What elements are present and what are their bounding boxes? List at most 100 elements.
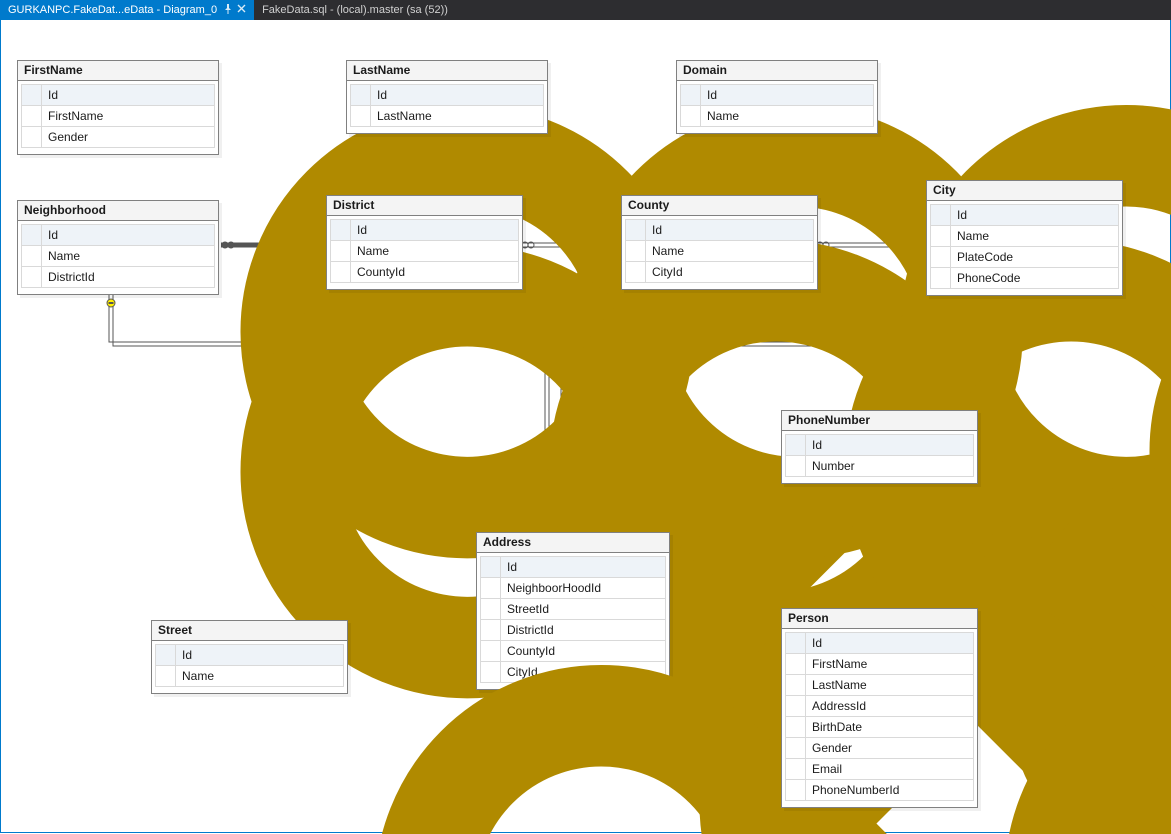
column-name: Id bbox=[652, 223, 662, 237]
column-row[interactable]: CountyId bbox=[480, 641, 666, 662]
column-name: Gender bbox=[812, 741, 852, 755]
column-name: Name bbox=[357, 244, 389, 258]
column-row[interactable]: Id bbox=[21, 84, 215, 106]
column-row[interactable]: Id bbox=[21, 224, 215, 246]
entity-title: City bbox=[927, 181, 1122, 201]
pin-icon[interactable] bbox=[223, 4, 233, 17]
column-row[interactable]: Name bbox=[930, 226, 1119, 247]
column-name: Name bbox=[957, 229, 989, 243]
column-row[interactable]: Id bbox=[680, 84, 874, 106]
column-row[interactable]: NeighboorHoodId bbox=[480, 578, 666, 599]
entity-street[interactable]: Street Id Name bbox=[151, 620, 348, 694]
column-row[interactable]: BirthDate bbox=[785, 717, 974, 738]
column-name: Name bbox=[48, 249, 80, 263]
tab-diagram[interactable]: GURKANPC.FakeDat...eData - Diagram_0 bbox=[0, 0, 254, 20]
entity-title: County bbox=[622, 196, 817, 216]
column-row[interactable]: Id bbox=[480, 556, 666, 578]
entity-phonenumber[interactable]: PhoneNumber Id Number bbox=[781, 410, 978, 484]
column-name: Id bbox=[48, 88, 58, 102]
column-row[interactable]: Gender bbox=[21, 127, 215, 148]
column-row[interactable]: Id bbox=[785, 632, 974, 654]
column-row[interactable]: LastName bbox=[350, 106, 544, 127]
column-name: Id bbox=[507, 560, 517, 574]
entity-lastname[interactable]: LastName Id LastName bbox=[346, 60, 548, 134]
entity-person[interactable]: Person Id FirstName LastName AddressId B… bbox=[781, 608, 978, 808]
column-name: Number bbox=[812, 459, 855, 473]
entity-neighborhood[interactable]: Neighborhood Id Name DistrictId bbox=[17, 200, 219, 295]
column-row[interactable]: FirstName bbox=[21, 106, 215, 127]
rel-address-neighborhood bbox=[107, 295, 550, 532]
column-row[interactable]: Id bbox=[330, 219, 519, 241]
column-row[interactable]: Id bbox=[155, 644, 344, 666]
entity-district[interactable]: District Id Name CountyId bbox=[326, 195, 523, 290]
column-row[interactable]: DistrictId bbox=[480, 620, 666, 641]
rel-district-county bbox=[521, 241, 621, 249]
column-row[interactable]: AddressId bbox=[785, 696, 974, 717]
column-name: CityId bbox=[652, 265, 683, 279]
column-row[interactable]: StreetId bbox=[480, 599, 666, 620]
entity-title: District bbox=[327, 196, 522, 216]
column-name: Id bbox=[707, 88, 717, 102]
column-name: Name bbox=[182, 669, 214, 683]
column-name: LastName bbox=[812, 678, 867, 692]
column-name: FirstName bbox=[48, 109, 103, 123]
column-name: Id bbox=[812, 636, 822, 650]
column-row[interactable]: Name bbox=[625, 241, 814, 262]
column-name: Id bbox=[957, 208, 967, 222]
column-row[interactable]: Email bbox=[785, 759, 974, 780]
column-name: Id bbox=[357, 223, 367, 237]
entity-title: PhoneNumber bbox=[782, 411, 977, 431]
entity-domain[interactable]: Domain Id Name bbox=[676, 60, 878, 134]
entity-county[interactable]: County Id Name CityId bbox=[621, 195, 818, 290]
column-row[interactable]: CityId bbox=[480, 662, 666, 683]
column-row[interactable]: DistrictId bbox=[21, 267, 215, 288]
column-name: PhoneNumberId bbox=[812, 783, 899, 797]
close-icon[interactable] bbox=[237, 4, 246, 16]
rel-address-district bbox=[412, 292, 566, 532]
column-row[interactable]: Id bbox=[350, 84, 544, 106]
column-row[interactable]: LastName bbox=[785, 675, 974, 696]
column-row[interactable]: CityId bbox=[625, 262, 814, 283]
entity-city[interactable]: City Id Name PlateCode PhoneCode bbox=[926, 180, 1123, 296]
entity-title: FirstName bbox=[18, 61, 218, 81]
column-name: DistrictId bbox=[48, 270, 95, 284]
column-name: Name bbox=[652, 244, 684, 258]
column-row[interactable]: Name bbox=[21, 246, 215, 267]
tab-sql[interactable]: FakeData.sql - (local).master (sa (52)) bbox=[254, 0, 456, 20]
column-row[interactable]: Name bbox=[155, 666, 344, 687]
diagram-canvas[interactable]: FirstName Id FirstName Gender LastName I… bbox=[0, 20, 1171, 833]
column-name: NeighboorHoodId bbox=[507, 581, 601, 595]
column-row[interactable]: Gender bbox=[785, 738, 974, 759]
column-row[interactable]: Id bbox=[625, 219, 814, 241]
column-row[interactable]: CountyId bbox=[330, 262, 519, 283]
rel-county-city bbox=[816, 241, 926, 249]
column-name: Id bbox=[377, 88, 387, 102]
entity-title: Address bbox=[477, 533, 669, 553]
column-row[interactable]: PhoneCode bbox=[930, 268, 1119, 289]
column-row[interactable]: Name bbox=[330, 241, 519, 262]
entity-address[interactable]: Address Id NeighboorHoodId StreetId Dist… bbox=[476, 532, 670, 690]
column-row[interactable]: Number bbox=[785, 456, 974, 477]
column-name: AddressId bbox=[812, 699, 866, 713]
entity-title: Street bbox=[152, 621, 347, 641]
column-name: FirstName bbox=[812, 657, 867, 671]
entity-firstname[interactable]: FirstName Id FirstName Gender bbox=[17, 60, 219, 155]
column-name: Id bbox=[182, 648, 192, 662]
column-row[interactable]: FirstName bbox=[785, 654, 974, 675]
tab-sql-label: FakeData.sql - (local).master (sa (52)) bbox=[262, 4, 448, 16]
column-row[interactable]: Id bbox=[930, 204, 1119, 226]
column-name: Name bbox=[707, 109, 739, 123]
column-name: Gender bbox=[48, 130, 88, 144]
column-name: CountyId bbox=[357, 265, 405, 279]
column-name: StreetId bbox=[507, 602, 549, 616]
column-row[interactable]: Id bbox=[785, 434, 974, 456]
rel-address-street bbox=[346, 623, 476, 631]
column-row[interactable]: Name bbox=[680, 106, 874, 127]
column-name: Email bbox=[812, 762, 842, 776]
column-name: CountyId bbox=[507, 644, 555, 658]
column-row[interactable]: PlateCode bbox=[930, 247, 1119, 268]
column-name: Id bbox=[48, 228, 58, 242]
column-name: BirthDate bbox=[812, 720, 862, 734]
column-row[interactable]: PhoneNumberId bbox=[785, 780, 974, 801]
entity-title: Domain bbox=[677, 61, 877, 81]
